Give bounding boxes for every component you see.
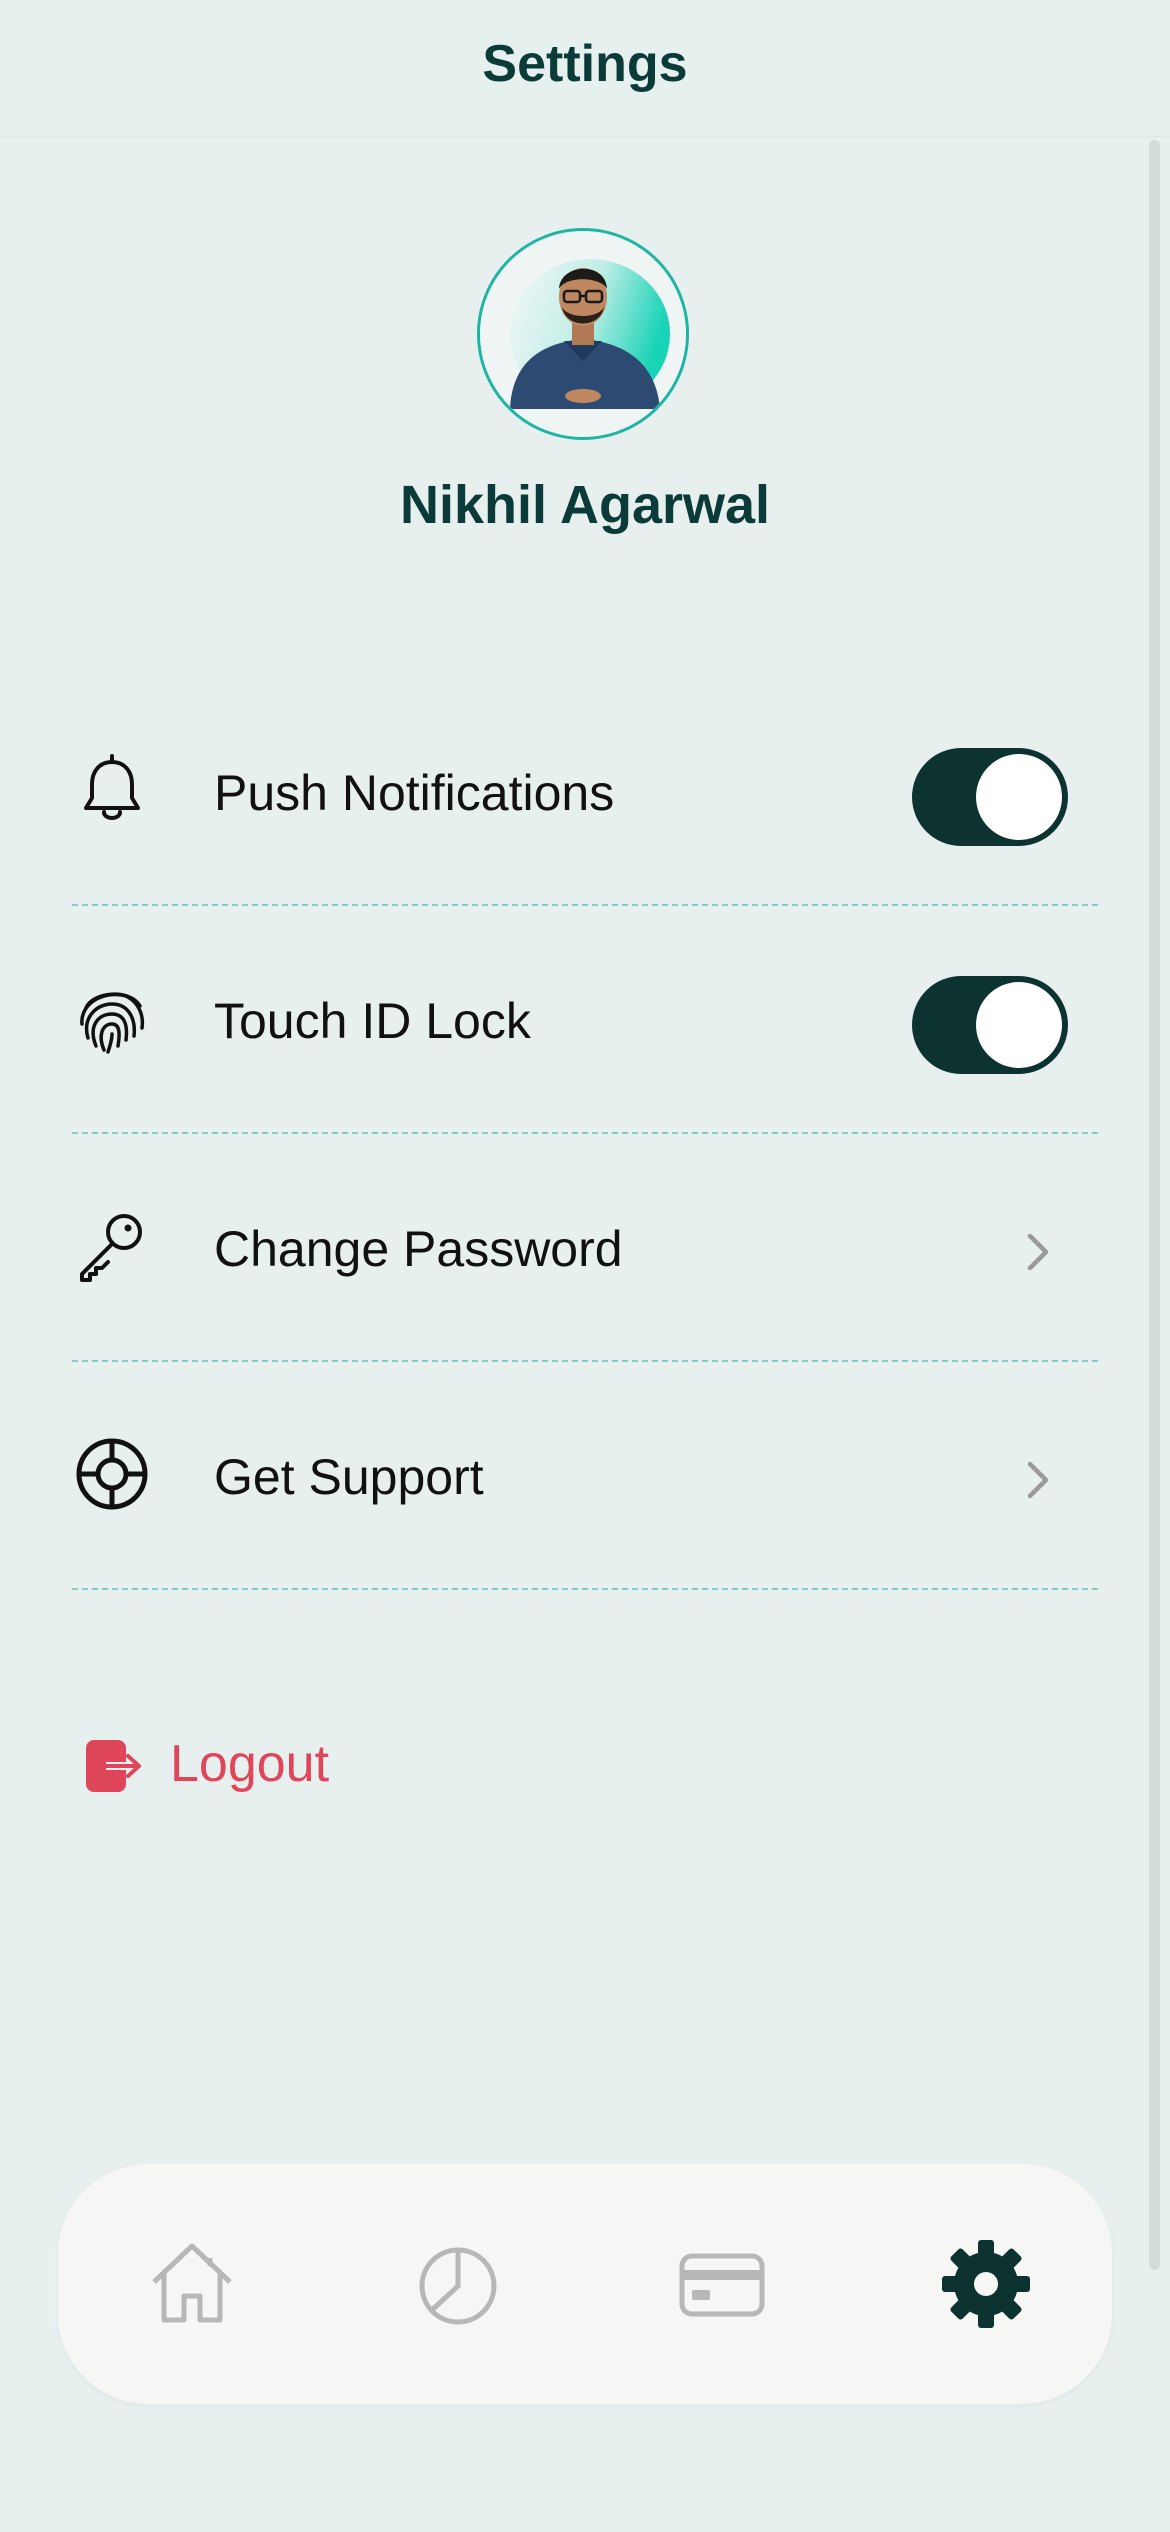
logout-icon [86,1740,141,1792]
push-notifications-toggle[interactable] [912,748,1068,846]
touch-id-toggle[interactable] [912,976,1068,1074]
tab-analytics[interactable] [410,2236,506,2332]
gear-icon [942,2240,1030,2328]
setting-label: Get Support [214,1449,484,1505]
bottom-tab-bar [58,2164,1112,2404]
chevron-right-icon [1027,1461,1049,1499]
key-icon [72,1206,152,1286]
profile-name: Nikhil Agarwal [399,475,771,535]
setting-label: Change Password [214,1221,623,1277]
bell-icon [72,750,152,830]
lifebuoy-icon [72,1434,152,1514]
setting-row-touch-id-lock[interactable]: Touch ID Lock [72,906,1098,1134]
scrollbar[interactable] [1149,140,1160,2270]
fingerprint-icon [72,978,152,1058]
header-bar: Settings [0,0,1170,137]
chevron-right-icon [1027,1233,1049,1271]
page-title: Settings [482,35,688,93]
card-icon [679,2253,765,2317]
pie-chart-icon [419,2247,497,2325]
setting-label: Touch ID Lock [214,993,531,1049]
setting-label: Push Notifications [214,765,615,821]
avatar[interactable] [477,228,689,440]
home-icon [152,2243,232,2323]
logout-label: Logout [170,1735,330,1793]
tab-settings[interactable] [938,2236,1034,2332]
tab-home[interactable] [144,2236,240,2332]
setting-row-change-password[interactable]: Change Password [72,1134,1098,1362]
setting-row-push-notifications[interactable]: Push Notifications [72,678,1098,906]
toggle-knob [976,982,1062,1068]
toggle-knob [976,754,1062,840]
setting-row-get-support[interactable]: Get Support [72,1362,1098,1590]
tab-cards[interactable] [674,2236,770,2332]
